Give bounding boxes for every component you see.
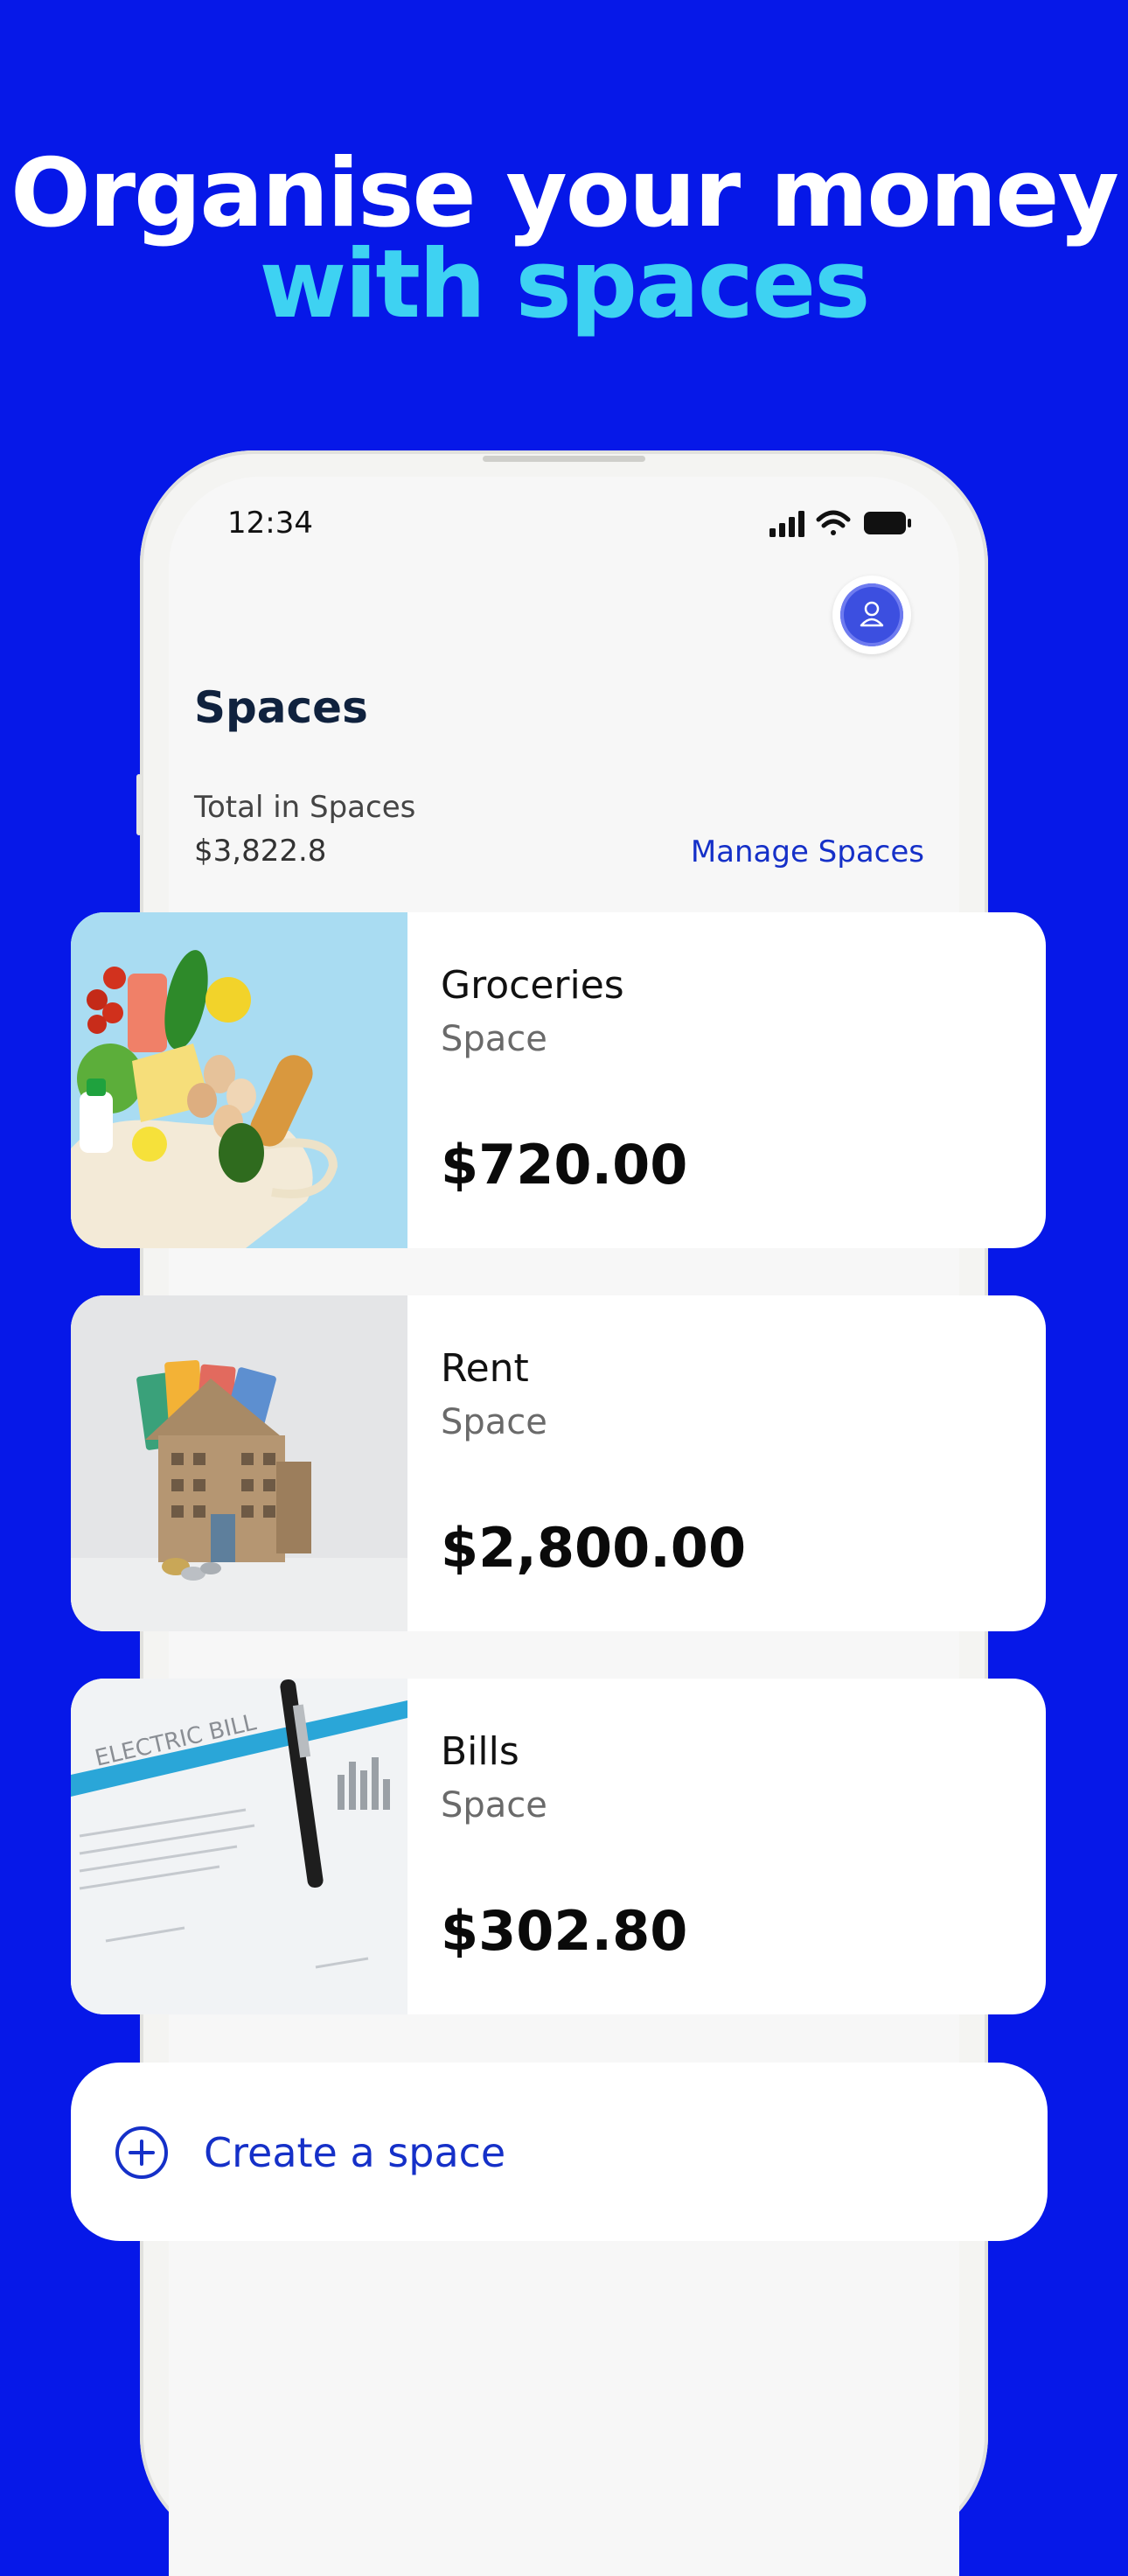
total-label: Total in Spaces [194, 790, 416, 825]
status-icons [769, 510, 911, 537]
headline-line-1: Organise your money [10, 139, 1119, 248]
create-space-button[interactable]: Create a space [71, 2063, 1048, 2241]
create-space-label: Create a space [204, 2129, 506, 2176]
person-icon [860, 601, 884, 627]
signal-icon [769, 511, 804, 537]
profile-avatar-button[interactable] [832, 576, 911, 654]
manage-spaces-link[interactable]: Manage Spaces [691, 834, 924, 869]
phone-speaker [483, 456, 645, 462]
bills-image: ELECTRIC BILL [71, 1679, 407, 2014]
space-type: Space [441, 1785, 547, 1826]
status-time: 12:34 [227, 506, 313, 541]
space-type: Space [441, 1402, 547, 1442]
headline-line-2: with spaces [259, 230, 871, 339]
headline: Organise your money with spaces [0, 139, 1128, 339]
phone-side-button [136, 774, 142, 835]
page-title: Spaces [194, 682, 368, 733]
total-value: $3,822.8 [194, 834, 327, 869]
space-amount: $720.00 [441, 1133, 688, 1197]
space-card-bills[interactable]: ELECTRIC BILL Bills Space $302.80 [71, 1679, 1046, 2014]
space-card-groceries[interactable]: Groceries Space $720.00 [71, 912, 1046, 1248]
space-name: Rent [441, 1346, 529, 1391]
groceries-image [71, 912, 407, 1248]
rent-image [71, 1295, 407, 1631]
space-card-rent[interactable]: Rent Space $2,800.00 [71, 1295, 1046, 1631]
wifi-icon [816, 510, 851, 535]
plus-circle-icon [115, 2126, 168, 2179]
space-name: Bills [441, 1729, 519, 1774]
battery-icon [864, 512, 911, 534]
space-amount: $2,800.00 [441, 1516, 747, 1580]
space-name: Groceries [441, 963, 624, 1008]
space-amount: $302.80 [441, 1899, 688, 1963]
space-type: Space [441, 1019, 547, 1059]
